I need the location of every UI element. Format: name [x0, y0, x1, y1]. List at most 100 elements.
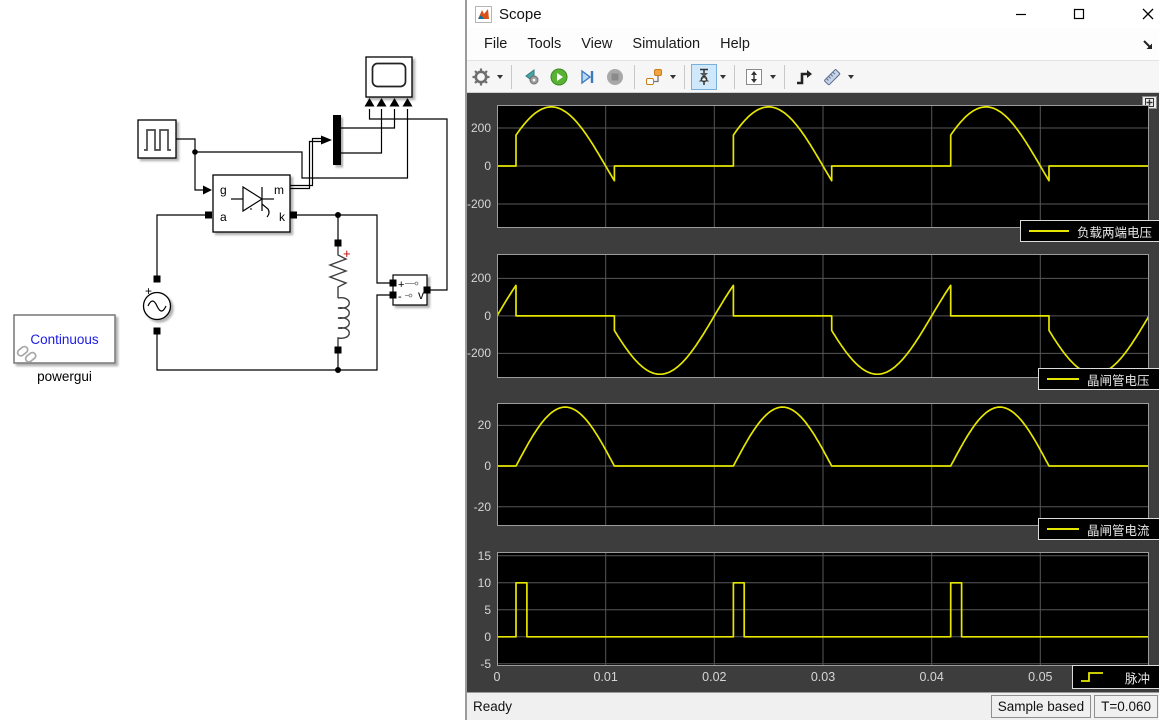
- stop-icon: [605, 67, 625, 87]
- step-back-icon: [521, 67, 541, 87]
- y-tick-label: 0: [465, 159, 491, 173]
- stop-button[interactable]: [602, 64, 628, 90]
- source-plus-label: +: [145, 284, 152, 298]
- legend-label: 晶闸管电流: [1087, 520, 1150, 539]
- powergui-block[interactable]: Continuous powergui: [14, 315, 115, 384]
- legend-pulse[interactable]: 脉冲: [1072, 665, 1159, 689]
- menu-simulation[interactable]: Simulation: [623, 32, 709, 56]
- junction-dot: [335, 367, 341, 373]
- maximize-button[interactable]: [1064, 2, 1094, 25]
- powergui-name-label: powergui: [37, 369, 92, 384]
- y-tick-label: -200: [465, 197, 491, 211]
- dropdown-caret-icon[interactable]: [848, 75, 854, 79]
- scope-block[interactable]: [365, 57, 413, 107]
- scope-app-icon: [475, 6, 492, 23]
- voltage-measurement-block[interactable]: + - v: [390, 275, 431, 305]
- legend-line-sample: [1029, 230, 1069, 232]
- y-tick-label: 200: [465, 121, 491, 135]
- cursor-measurements-button[interactable]: [691, 64, 717, 90]
- simulink-model-canvas: g a m k: [0, 0, 465, 720]
- span-y-axis-button[interactable]: [741, 64, 767, 90]
- minimize-button[interactable]: [1006, 2, 1036, 25]
- toolbar: [467, 60, 1159, 93]
- x-tick-label: 0.05: [1018, 670, 1062, 684]
- menu-file[interactable]: File: [475, 32, 516, 56]
- scope-plot-pulse: 151050-5: [467, 552, 1159, 666]
- legend-load-voltage[interactable]: 负载两端电压: [1020, 220, 1159, 242]
- dock-arrow-icon[interactable]: [1142, 38, 1155, 51]
- step-back-button[interactable]: [518, 64, 544, 90]
- step-forward-button[interactable]: [574, 64, 600, 90]
- legend-label: 脉冲: [1125, 668, 1150, 687]
- menu-view[interactable]: View: [572, 32, 621, 56]
- port-square: [390, 280, 397, 287]
- scope-screen-icon: [373, 64, 406, 87]
- pulse-generator-block[interactable]: [138, 120, 176, 158]
- toolbar-separator: [784, 65, 785, 89]
- thyristor-block[interactable]: g a m k: [205, 175, 297, 232]
- sample-dot: [250, 208, 252, 210]
- port-square: [154, 276, 161, 283]
- legend-line-sample: [1047, 378, 1079, 380]
- wire-anode-to-source: [157, 215, 205, 276]
- legend-label: 负载两端电压: [1077, 222, 1152, 241]
- wire-junctions: [192, 136, 341, 374]
- demux-block[interactable]: [333, 115, 341, 165]
- trigger-icon: [794, 67, 814, 87]
- settings-gear-button[interactable]: [468, 64, 494, 90]
- span-arrows-icon: [744, 67, 764, 87]
- y-tick-label: 10: [465, 576, 491, 590]
- close-icon: [1141, 7, 1155, 21]
- dropdown-caret-icon[interactable]: [670, 75, 676, 79]
- port-label-a: a: [220, 210, 227, 224]
- port-label-k: k: [279, 210, 286, 224]
- x-tick-label: 0.04: [910, 670, 954, 684]
- layout-signals-button[interactable]: [641, 64, 667, 90]
- dropdown-caret-icon[interactable]: [770, 75, 776, 79]
- axes-thyristor-voltage: [497, 254, 1149, 378]
- y-tick-label: 0: [465, 459, 491, 473]
- arrowhead-gate: [203, 186, 212, 195]
- junction-dot: [335, 212, 341, 218]
- axes-thyristor-current: [497, 403, 1149, 526]
- ruler-icon: [822, 67, 842, 87]
- x-tick-label: 0: [475, 670, 519, 684]
- axes-pulse: [497, 552, 1149, 666]
- simulink-diagram: g a m k: [0, 0, 465, 720]
- x-axis-labels: 00.010.020.030.040.05: [497, 670, 1149, 686]
- minimize-icon: [1014, 7, 1028, 21]
- menu-help[interactable]: Help: [711, 32, 759, 56]
- y-tick-label: 5: [465, 603, 491, 617]
- axes-load-voltage: [497, 105, 1149, 228]
- x-tick-label: 0.01: [584, 670, 628, 684]
- y-axis-labels: 151050-5: [467, 552, 493, 666]
- legend-thyristor-current[interactable]: 晶闸管电流: [1038, 518, 1159, 540]
- toolbar-separator: [684, 65, 685, 89]
- legend-label: 晶闸管电压: [1087, 370, 1150, 389]
- scope-plot-load-voltage: 200 0 -200: [467, 105, 1159, 228]
- dropdown-caret-icon[interactable]: [720, 75, 726, 79]
- wire-demux2-to-scope2: [341, 109, 382, 153]
- run-button[interactable]: [546, 64, 572, 90]
- y-axis-labels: 200-20: [467, 403, 493, 526]
- arrowhead-demux: [321, 136, 332, 145]
- scope-plot-thyristor-voltage: 2000-200: [467, 254, 1159, 378]
- powergui-mode-label: Continuous: [30, 332, 99, 347]
- ac-voltage-source-block[interactable]: +: [144, 276, 171, 335]
- trigger-button[interactable]: [791, 64, 817, 90]
- x-tick-label: 0.03: [801, 670, 845, 684]
- legend-thyristor-voltage[interactable]: 晶闸管电压: [1038, 368, 1159, 390]
- y-axis-labels: 2000-200: [467, 254, 493, 378]
- series-rlc-branch-block[interactable]: +: [330, 240, 351, 354]
- gear-icon: [471, 67, 491, 87]
- run-icon: [549, 67, 569, 87]
- close-button[interactable]: [1133, 2, 1159, 25]
- scope-plot-thyristor-current: 200-20: [467, 403, 1159, 526]
- dropdown-caret-icon[interactable]: [497, 75, 503, 79]
- title-bar: Scope: [467, 0, 1159, 28]
- menu-tools[interactable]: Tools: [518, 32, 570, 56]
- y-tick-label: -5: [465, 657, 491, 671]
- measurements-ruler-button[interactable]: [819, 64, 845, 90]
- signal-blocks-icon: [644, 67, 664, 87]
- y-tick-label: 0: [465, 630, 491, 644]
